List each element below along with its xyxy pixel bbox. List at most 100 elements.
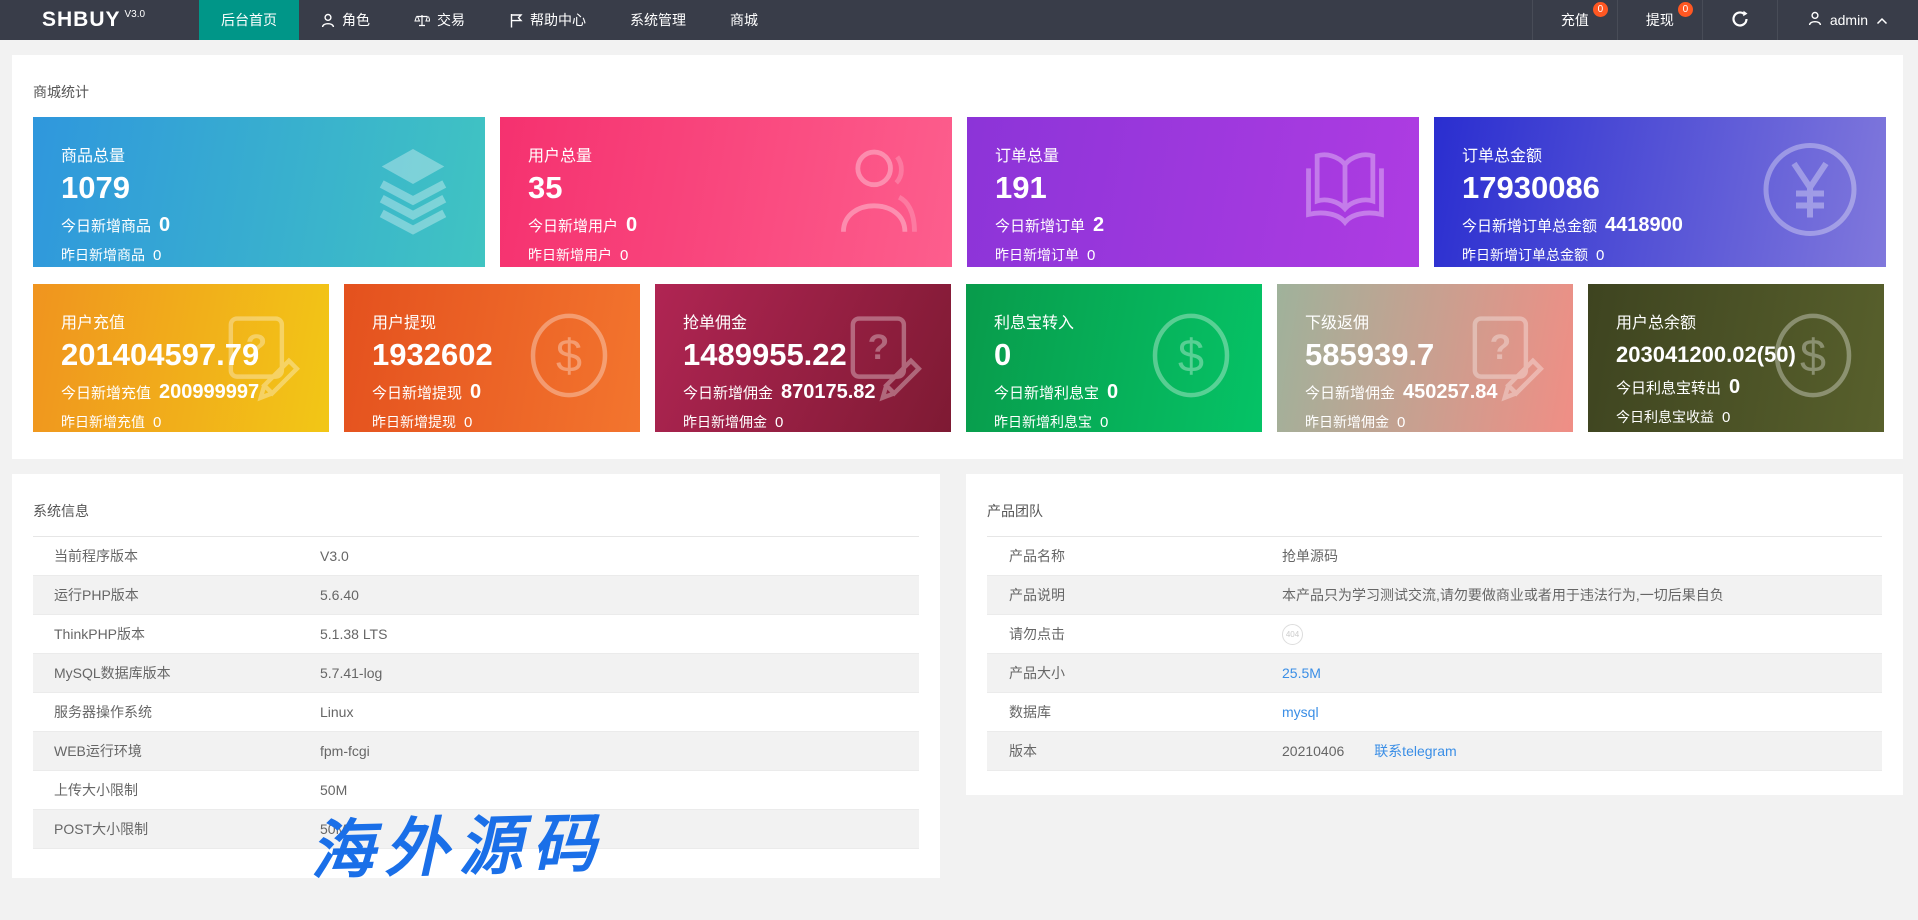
withdraw-label: 提现	[1646, 10, 1674, 30]
main-menu: 后台首页 角色 交易	[199, 0, 780, 40]
menu-label: 帮助中心	[530, 10, 586, 30]
stat-card-orders-total: 订单总量 191 今日新增订单2 昨日新增订单0	[967, 117, 1419, 267]
stat-line-label: 今日新增佣金	[683, 382, 773, 403]
stat-card-interest-transfer-in: 利息宝转入 0 今日新增利息宝0 昨日新增利息宝0 $	[966, 284, 1262, 432]
stat-line-value: 0	[1397, 414, 1405, 431]
dollar-circle-icon: $	[1768, 311, 1858, 406]
mall-stats-panel: 商城统计 商品总量 1079 今日新增商品0 昨日新增商品0 用户总量	[12, 55, 1903, 459]
user-menu[interactable]: admin	[1777, 0, 1918, 40]
stat-line-value: 0	[470, 381, 481, 404]
database-link[interactable]: mysql	[1282, 704, 1319, 720]
menu-item-help-center[interactable]: 帮助中心	[487, 0, 608, 40]
stat-line-label: 昨日新增充值	[61, 412, 145, 432]
nav-spacer	[780, 0, 1532, 40]
top-navbar: SHBUY V3.0 后台首页 角色	[0, 0, 1918, 40]
telegram-contact-link[interactable]: 联系telegram	[1374, 743, 1456, 759]
menu-item-mall[interactable]: 商城	[708, 0, 780, 40]
username: admin	[1830, 12, 1868, 28]
stat-line-label: 昨日新增佣金	[683, 412, 767, 432]
stat-card-order-commission: 抢单佣金 1489955.22 今日新增佣金870175.82 昨日新增佣金0 …	[655, 284, 951, 432]
system-info-table: 当前程序版本V3.0 运行PHP版本5.6.40 ThinkPHP版本5.1.3…	[33, 536, 919, 849]
stat-line-value: 0	[1107, 381, 1118, 404]
refresh-icon	[1731, 10, 1749, 31]
table-row: WEB运行环境fpm-fcgi	[33, 732, 919, 771]
table-row: 产品说明本产品只为学习测试交流,请勿要做商业或者用于违法行为,一切后果自负	[987, 576, 1882, 615]
table-row: 运行PHP版本5.6.40	[33, 576, 919, 615]
menu-item-roles[interactable]: 角色	[299, 0, 392, 40]
flag-icon	[509, 13, 523, 28]
stat-line-label: 今日新增订单	[995, 215, 1085, 236]
stat-line-label: 今日利息宝收益	[1616, 407, 1714, 427]
table-row: ThinkPHP版本5.1.38 LTS	[33, 615, 919, 654]
stat-line-label: 今日利息宝转出	[1616, 377, 1721, 398]
stat-line-label: 今日新增提现	[372, 382, 462, 403]
table-row: POST大小限制50M	[33, 810, 919, 849]
svg-text:?: ?	[868, 328, 890, 367]
product-size-link[interactable]: 25.5M	[1282, 665, 1321, 681]
stat-line-label: 昨日新增佣金	[1305, 412, 1389, 432]
stats-row-1: 商品总量 1079 今日新增商品0 昨日新增商品0 用户总量 35 今日新增用户…	[33, 117, 1886, 267]
stat-line-value: 0	[620, 247, 628, 264]
menu-label: 角色	[342, 10, 370, 30]
404-badge-icon[interactable]: 404	[1282, 624, 1303, 645]
stat-line-label: 今日新增充值	[61, 382, 151, 403]
stat-line-label: 昨日新增提现	[372, 412, 456, 432]
table-row: 版本 20210406 联系telegram	[987, 732, 1882, 771]
svg-text:$: $	[1800, 330, 1826, 382]
stats-row-2: 用户充值 201404597.79 今日新增充值200999997 昨日新增充值…	[33, 284, 1884, 432]
stat-line-value: 0	[626, 214, 637, 237]
recharge-button[interactable]: 充值 0	[1532, 0, 1617, 40]
dollar-circle-icon: $	[1146, 311, 1236, 406]
stat-line-value: 0	[1100, 414, 1108, 431]
recharge-badge: 0	[1593, 2, 1608, 17]
stat-card-products-total: 商品总量 1079 今日新增商品0 昨日新增商品0	[33, 117, 485, 267]
menu-item-trade[interactable]: 交易	[392, 0, 487, 40]
stat-card-user-recharge: 用户充值 201404597.79 今日新增充值200999997 昨日新增充值…	[33, 284, 329, 432]
withdraw-button[interactable]: 提现 0	[1617, 0, 1702, 40]
refresh-button[interactable]	[1702, 0, 1777, 40]
stat-line-label: 今日新增商品	[61, 215, 151, 236]
document-question-icon: ?	[215, 308, 303, 409]
stat-line-label: 今日新增用户	[528, 215, 618, 236]
stat-line-value: 0	[1729, 376, 1740, 399]
table-row: 请勿点击 404	[987, 615, 1882, 654]
logo-text: SHBUY	[42, 8, 121, 32]
menu-label: 系统管理	[630, 10, 686, 30]
person-icon	[321, 13, 335, 28]
scales-icon	[414, 13, 430, 28]
chevron-up-icon	[1876, 12, 1888, 28]
menu-item-dashboard[interactable]: 后台首页	[199, 0, 299, 40]
stat-line-label: 昨日新增订单总金额	[1462, 245, 1588, 265]
svg-text:$: $	[556, 330, 582, 382]
svg-text:?: ?	[246, 328, 267, 367]
yen-circle-icon	[1760, 140, 1860, 245]
stat-line-label: 今日新增利息宝	[994, 382, 1099, 403]
document-question-icon: ?	[837, 308, 925, 409]
stat-line-label: 昨日新增商品	[61, 245, 145, 265]
table-row: 当前程序版本V3.0	[33, 537, 919, 576]
app-logo[interactable]: SHBUY V3.0	[0, 0, 199, 40]
svg-text:$: $	[1178, 330, 1204, 382]
version-value: 20210406	[1282, 743, 1344, 759]
dashboard-page: SHBUY V3.0 后台首页 角色	[0, 0, 1918, 920]
product-team-table: 产品名称抢单源码 产品说明本产品只为学习测试交流,请勿要做商业或者用于违法行为,…	[987, 536, 1882, 771]
svg-text:?: ?	[1490, 328, 1512, 367]
recharge-label: 充值	[1561, 10, 1589, 30]
stat-line-value: 0	[159, 214, 170, 237]
stat-card-order-amount-total: 订单总金额 17930086 今日新增订单总金额4418900 昨日新增订单总金…	[1434, 117, 1886, 267]
table-row: 服务器操作系统Linux	[33, 693, 919, 732]
book-icon	[1297, 140, 1393, 245]
stat-card-user-total-balance: 用户总余额 203041200.02(50) 今日利息宝转出0 今日利息宝收益0…	[1588, 284, 1884, 432]
stat-line-value: 4418900	[1605, 214, 1683, 237]
person-icon	[1808, 11, 1822, 29]
stats-section-title: 商城统计	[33, 82, 89, 102]
system-info-panel: 系统信息 当前程序版本V3.0 运行PHP版本5.6.40 ThinkPHP版本…	[12, 474, 940, 878]
menu-item-system-settings[interactable]: 系统管理	[608, 0, 708, 40]
stat-line-value: 2	[1093, 214, 1104, 237]
table-row: 数据库 mysql	[987, 693, 1882, 732]
logo-version: V3.0	[125, 9, 146, 20]
menu-label: 后台首页	[221, 10, 277, 30]
person-icon	[830, 138, 926, 247]
product-team-panel: 产品团队 产品名称抢单源码 产品说明本产品只为学习测试交流,请勿要做商业或者用于…	[966, 474, 1903, 795]
stat-line-value: 0	[775, 414, 783, 431]
